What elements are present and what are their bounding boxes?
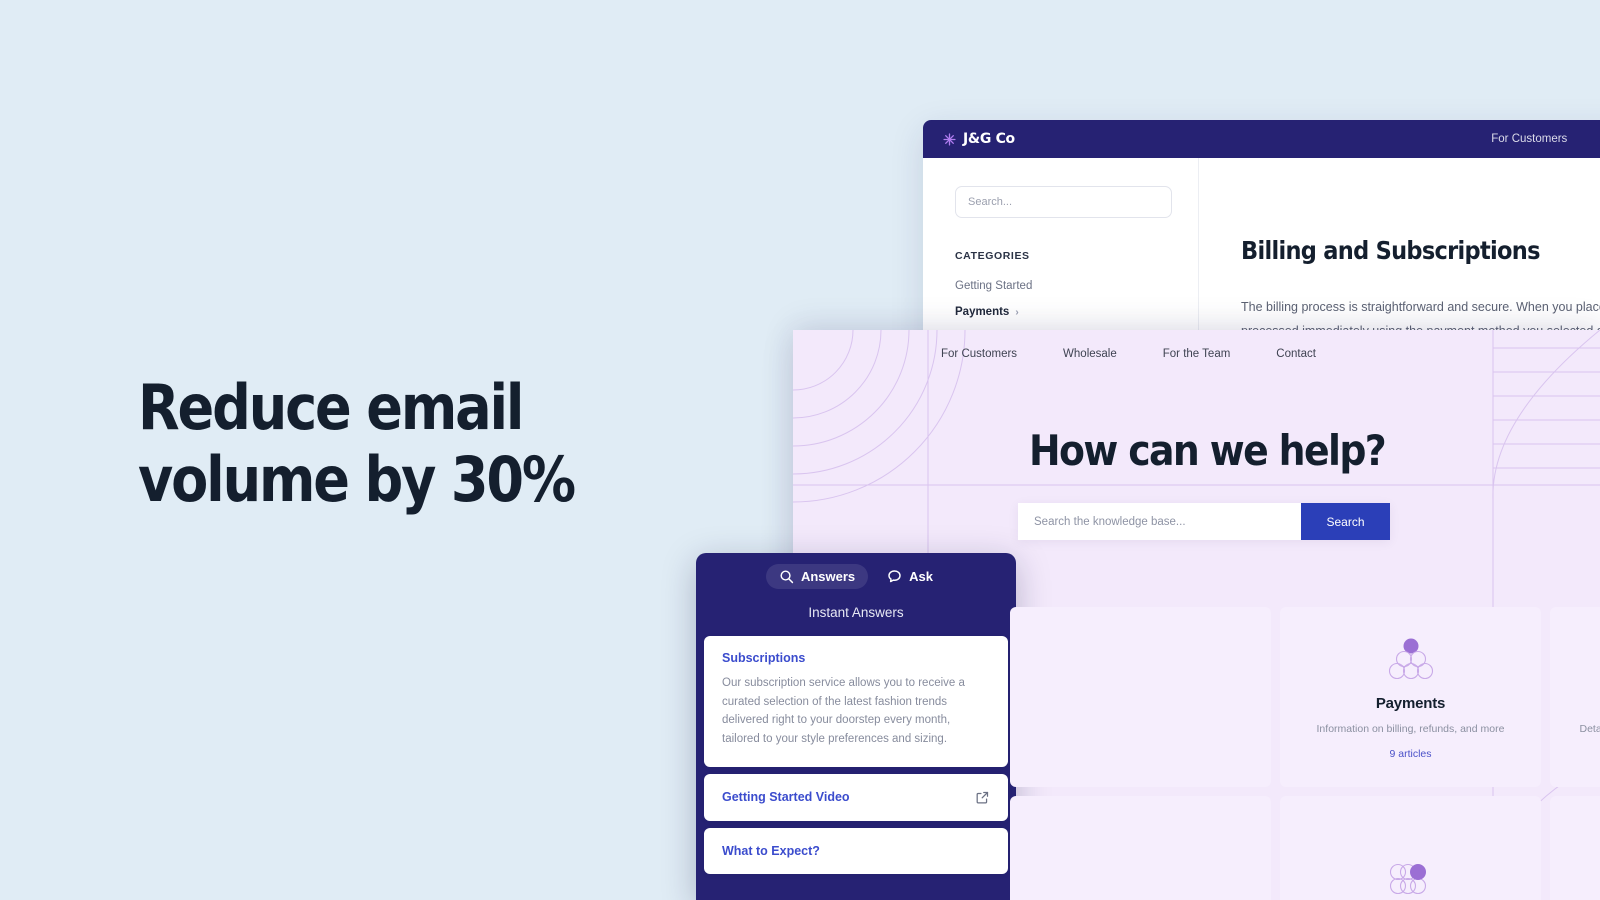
- chat-bubble-icon: [888, 570, 901, 583]
- category-card-shipping[interactable]: Shipping Details about shipping when you…: [1550, 607, 1600, 787]
- hero-search-button[interactable]: Search: [1301, 503, 1390, 540]
- category-card-partial-3[interactable]: [1280, 796, 1541, 900]
- hero-nav-item-wholesale[interactable]: Wholesale: [1063, 348, 1117, 360]
- hero-nav-item-for-the-team[interactable]: For the Team: [1163, 348, 1231, 360]
- circles-grid-icon: [1388, 856, 1434, 900]
- category-card-payments[interactable]: Payments Information on billing, refunds…: [1280, 607, 1541, 787]
- kb-category-label: Payments: [955, 306, 1010, 318]
- category-card-partial-2[interactable]: [1010, 796, 1271, 900]
- circles-pyramid-icon: [1388, 635, 1434, 681]
- card-description: Details about shipping when you buy onli…: [1579, 722, 1600, 735]
- kb-categories-list: Getting Started Payments ›: [955, 280, 1172, 318]
- category-card-partial-1[interactable]: [1010, 607, 1271, 787]
- kb-topbar: J&G Co For Customers Wholesale: [923, 120, 1600, 158]
- sparkle-asterisk-icon: [943, 132, 956, 146]
- widget-tab-label: Answers: [800, 569, 856, 584]
- hero-nav-item-contact[interactable]: Contact: [1276, 348, 1316, 360]
- kb-category-label: Getting Started: [955, 280, 1033, 292]
- kb-nav-item-for-customers[interactable]: For Customers: [1491, 133, 1567, 145]
- category-card-partial-4[interactable]: [1550, 796, 1600, 900]
- widget-tab-answers[interactable]: Answers: [765, 564, 869, 589]
- kb-article-title: Billing and Subscriptions: [1241, 236, 1540, 265]
- kb-topnav: For Customers Wholesale: [1491, 133, 1600, 145]
- help-center-window: For Customers Wholesale For the Team Con…: [793, 330, 1600, 900]
- hero-search: Search the knowledge base... Search: [1018, 503, 1390, 540]
- kb-search-input[interactable]: Search...: [955, 186, 1172, 218]
- hero-search-input[interactable]: Search the knowledge base...: [1018, 503, 1301, 540]
- card-description: Information on billing, refunds, and mor…: [1316, 722, 1505, 735]
- brand-logo[interactable]: J&G Co: [943, 131, 1015, 147]
- page-headline: Reduce email volume by 30%: [138, 372, 739, 516]
- widget-tab-label: Ask: [909, 569, 934, 584]
- kb-categories-label: CATEGORIES: [955, 250, 1030, 262]
- kb-category-payments[interactable]: Payments ›: [955, 306, 1172, 318]
- search-icon: [780, 570, 794, 584]
- brand-name: J&G Co: [963, 131, 1015, 147]
- card-title: Payments: [1375, 694, 1446, 712]
- card-article-count[interactable]: 9 articles: [1389, 748, 1431, 760]
- headline-line-1: Reduce email: [138, 371, 524, 444]
- hero-heading: How can we help?: [1029, 426, 1387, 475]
- chevron-right-icon: ›: [1015, 306, 1019, 318]
- headline-line-2: volume by 30%: [138, 442, 576, 516]
- kb-category-getting-started[interactable]: Getting Started: [955, 280, 1172, 292]
- hero-nav: For Customers Wholesale For the Team Con…: [941, 348, 1316, 360]
- widget-tabs: Answers Ask: [696, 553, 1016, 589]
- widget-tab-ask[interactable]: Ask: [874, 564, 946, 589]
- hero-nav-item-for-customers[interactable]: For Customers: [941, 348, 1017, 360]
- hero-card-grid: Payments Information on billing, refunds…: [793, 607, 1600, 900]
